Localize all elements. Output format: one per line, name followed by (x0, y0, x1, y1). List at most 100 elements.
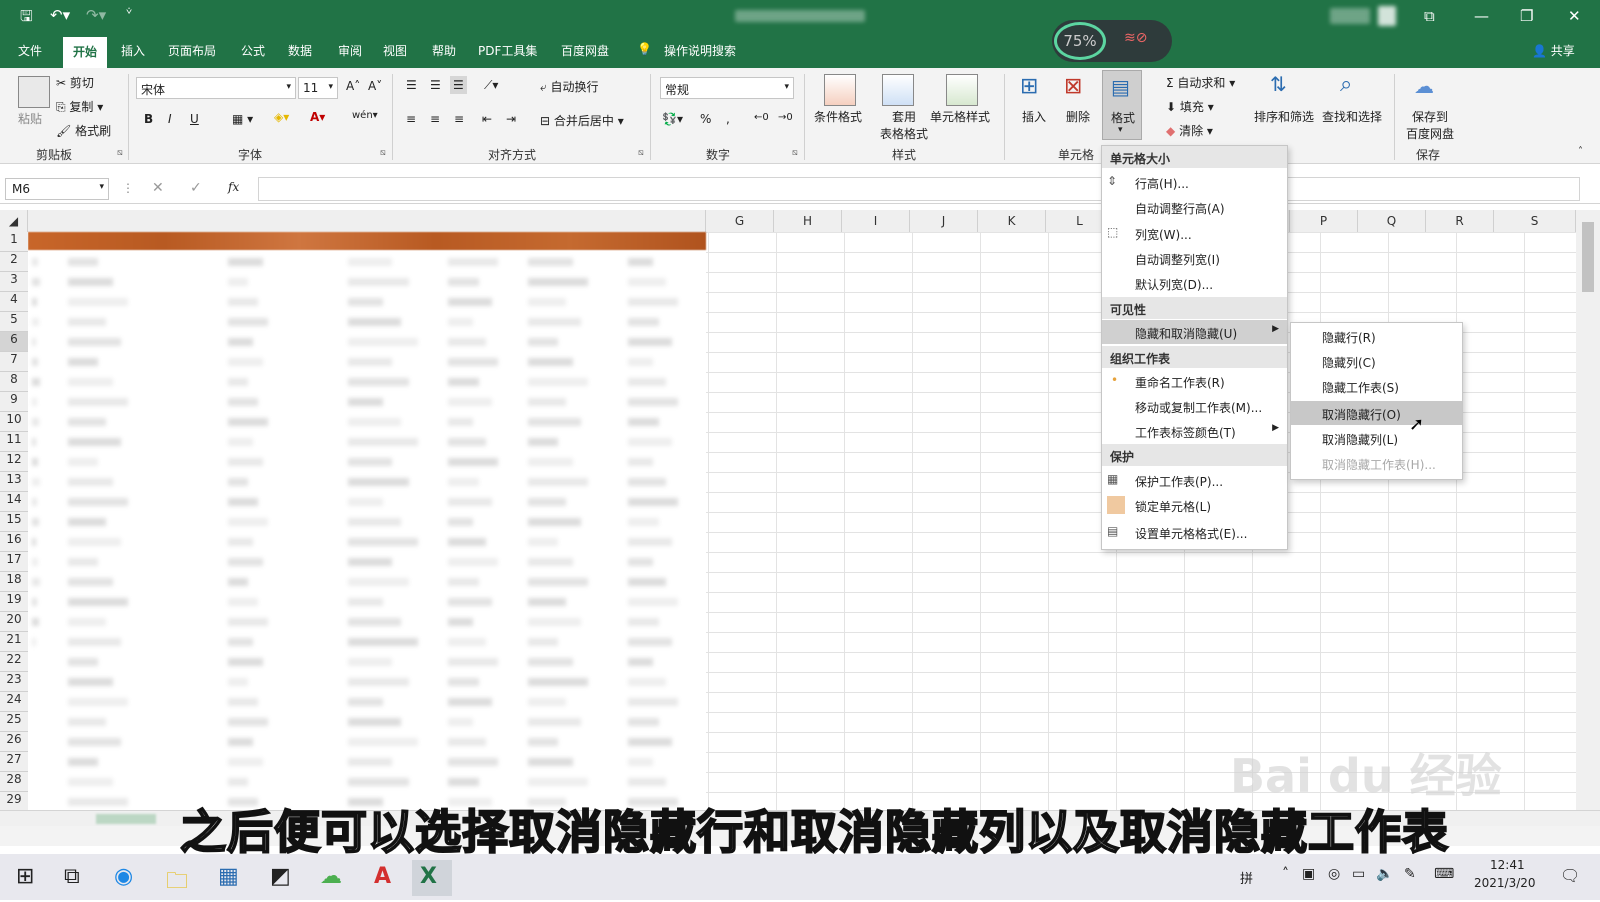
find-select-icon[interactable]: ⌕ (1340, 72, 1352, 97)
excel-taskbar-button[interactable]: X (412, 860, 452, 896)
underline-button[interactable]: U (190, 112, 199, 126)
insert-cells-button[interactable]: 插入 (1022, 108, 1046, 125)
menu-rename-sheet[interactable]: • 重命名工作表(R) (1102, 369, 1287, 393)
delete-cells-button[interactable]: 删除 (1066, 108, 1090, 125)
avatar[interactable] (1378, 6, 1396, 26)
cut-button[interactable]: ✂ 剪切 (56, 74, 94, 91)
save-baidu-button[interactable]: 保存到 百度网盘 (1406, 108, 1454, 142)
row-header[interactable]: 19 (0, 592, 28, 612)
comma-icon[interactable]: , (726, 112, 730, 126)
enter-icon[interactable]: ✓ (190, 180, 202, 196)
calculator-icon[interactable]: ▦ (218, 864, 239, 889)
row-header[interactable]: 1 (0, 232, 28, 252)
file-explorer-icon[interactable]: 🗀 (166, 864, 188, 902)
tab-insert[interactable]: 插入 (121, 42, 145, 59)
conditional-format-button[interactable]: 条件格式 (814, 108, 862, 125)
row-header[interactable]: 10 (0, 412, 28, 432)
row-header[interactable]: 20 (0, 612, 28, 632)
row-header[interactable]: 16 (0, 532, 28, 552)
border-icon[interactable]: ▦ ▾ (232, 112, 253, 126)
increase-decimal-icon[interactable]: ←0 (754, 112, 769, 123)
row-header[interactable]: 14 (0, 492, 28, 512)
row-header[interactable]: 3 (0, 272, 28, 292)
row-header[interactable]: 13 (0, 472, 28, 492)
submenu-hide-rows[interactable]: 隐藏行(R) (1291, 324, 1462, 348)
delete-cells-icon[interactable]: ⊠ (1064, 74, 1082, 99)
task-view-icon[interactable]: ⧉ (64, 864, 80, 889)
font-color-icon[interactable]: A▾ (310, 110, 325, 124)
share-button[interactable]: 👤 共享 (1532, 42, 1575, 59)
scroll-thumb[interactable] (1582, 222, 1594, 292)
cancel-icon[interactable]: ✕ (152, 180, 164, 196)
format-cells-button[interactable]: ▤ 格式 ▾ (1102, 70, 1142, 140)
align-left-icon[interactable]: ≡ (406, 112, 416, 126)
column-header-p[interactable]: P (1290, 210, 1358, 232)
row-header[interactable]: 26 (0, 732, 28, 752)
clock-date[interactable]: 2021/3/20 (1474, 876, 1536, 890)
ribbon-display-icon[interactable]: ⧉ (1424, 7, 1435, 25)
wrap-text-button[interactable]: ⤶ 自动换行 (540, 78, 599, 95)
menu-autofit-row[interactable]: 自动调整行高(A) (1102, 195, 1287, 219)
tab-view[interactable]: 视图 (383, 42, 407, 59)
decrease-decimal-icon[interactable]: →0 (778, 112, 793, 123)
tray-up-icon[interactable]: ˄ (1282, 866, 1289, 882)
menu-autofit-column[interactable]: 自动调整列宽(I) (1102, 246, 1287, 270)
select-all[interactable]: ◢ (0, 210, 28, 232)
formula-input[interactable] (258, 177, 1580, 201)
column-header-r[interactable]: R (1426, 210, 1494, 232)
paste-button[interactable]: 粘贴 (18, 110, 42, 127)
tab-home[interactable]: 开始 (63, 37, 108, 68)
decrease-indent-icon[interactable]: ⇤ (482, 112, 492, 126)
restore-icon[interactable]: ❐ (1520, 7, 1533, 25)
sort-filter-icon[interactable]: ⇅ (1270, 72, 1287, 96)
orientation-icon[interactable]: ⟋▾ (484, 78, 498, 93)
blurred-sheet-tab[interactable] (96, 814, 156, 824)
vertical-scrollbar[interactable] (1576, 210, 1600, 810)
tab-formulas[interactable]: 公式 (241, 42, 265, 59)
tab-pdf[interactable]: PDF工具集 (478, 42, 537, 59)
keyboard-icon[interactable]: ⌨ (1434, 866, 1454, 882)
acrobat-icon[interactable]: A (374, 864, 391, 889)
menu-default-width[interactable]: 默认列宽(D)... (1102, 271, 1287, 295)
tab-page-layout[interactable]: 页面布局 (168, 42, 216, 59)
tab-help[interactable]: 帮助 (432, 42, 456, 59)
number-format-combo[interactable]: 常规 ▾ (660, 77, 794, 99)
row-header[interactable]: 8 (0, 372, 28, 392)
find-select-button[interactable]: 查找和选择 (1322, 108, 1382, 125)
pen-icon[interactable]: ✎ (1404, 866, 1416, 882)
notification-icon[interactable]: 🗨 (1560, 866, 1580, 885)
phonetic-icon[interactable]: wén▾ (352, 110, 378, 121)
row-header[interactable]: 11 (0, 432, 28, 452)
customize-toolbar-icon[interactable]: ⩒ (126, 6, 132, 17)
row-header[interactable]: 29 (0, 792, 28, 812)
globe-icon[interactable]: ◎ (1328, 866, 1340, 882)
format-as-table-icon[interactable] (882, 74, 914, 106)
menu-protect-sheet[interactable]: ▦ 保护工作表(P)... (1102, 468, 1287, 492)
align-right-icon[interactable]: ≡ (454, 112, 464, 126)
insert-function-button[interactable]: fx (228, 180, 239, 194)
start-icon[interactable]: ⊞ (16, 864, 34, 889)
currency-icon[interactable]: 💱▾ (662, 112, 683, 126)
submenu-unhide-columns[interactable]: 取消隐藏列(L) (1291, 426, 1462, 450)
save-icon[interactable]: 🖫 (20, 6, 33, 31)
italic-button[interactable]: I (168, 112, 172, 126)
collapse-ribbon-icon[interactable]: ˄ (1578, 146, 1583, 157)
sticky-notes-icon[interactable]: ◩ (270, 864, 291, 889)
row-header[interactable]: 12 (0, 452, 28, 472)
format-painter-button[interactable]: 🖌 格式刷 (56, 122, 111, 139)
percent-icon[interactable]: % (700, 112, 711, 126)
increase-indent-icon[interactable]: ⇥ (506, 112, 516, 126)
column-header-h[interactable]: H (774, 210, 842, 232)
tab-baidu[interactable]: 百度网盘 (561, 42, 609, 59)
dialog-launcher-icon[interactable]: ⧅ (380, 148, 386, 158)
font-name-combo[interactable]: 宋体 ▾ (136, 77, 296, 99)
tab-file[interactable]: 文件 (18, 42, 42, 59)
menu-lock-cell[interactable]: 锁定单元格(L) (1102, 493, 1287, 517)
copy-button[interactable]: ⎘ 复制 ▾ (56, 98, 103, 115)
row-header[interactable]: 22 (0, 652, 28, 672)
redo-icon[interactable]: ↷▾ (86, 6, 106, 24)
insert-cells-icon[interactable]: ⊞ (1020, 74, 1038, 99)
menu-row-height[interactable]: ⇕ 行高(H)... (1102, 170, 1287, 194)
row-header[interactable]: 5 (0, 312, 28, 332)
edge-icon[interactable]: ◉ (114, 864, 133, 889)
